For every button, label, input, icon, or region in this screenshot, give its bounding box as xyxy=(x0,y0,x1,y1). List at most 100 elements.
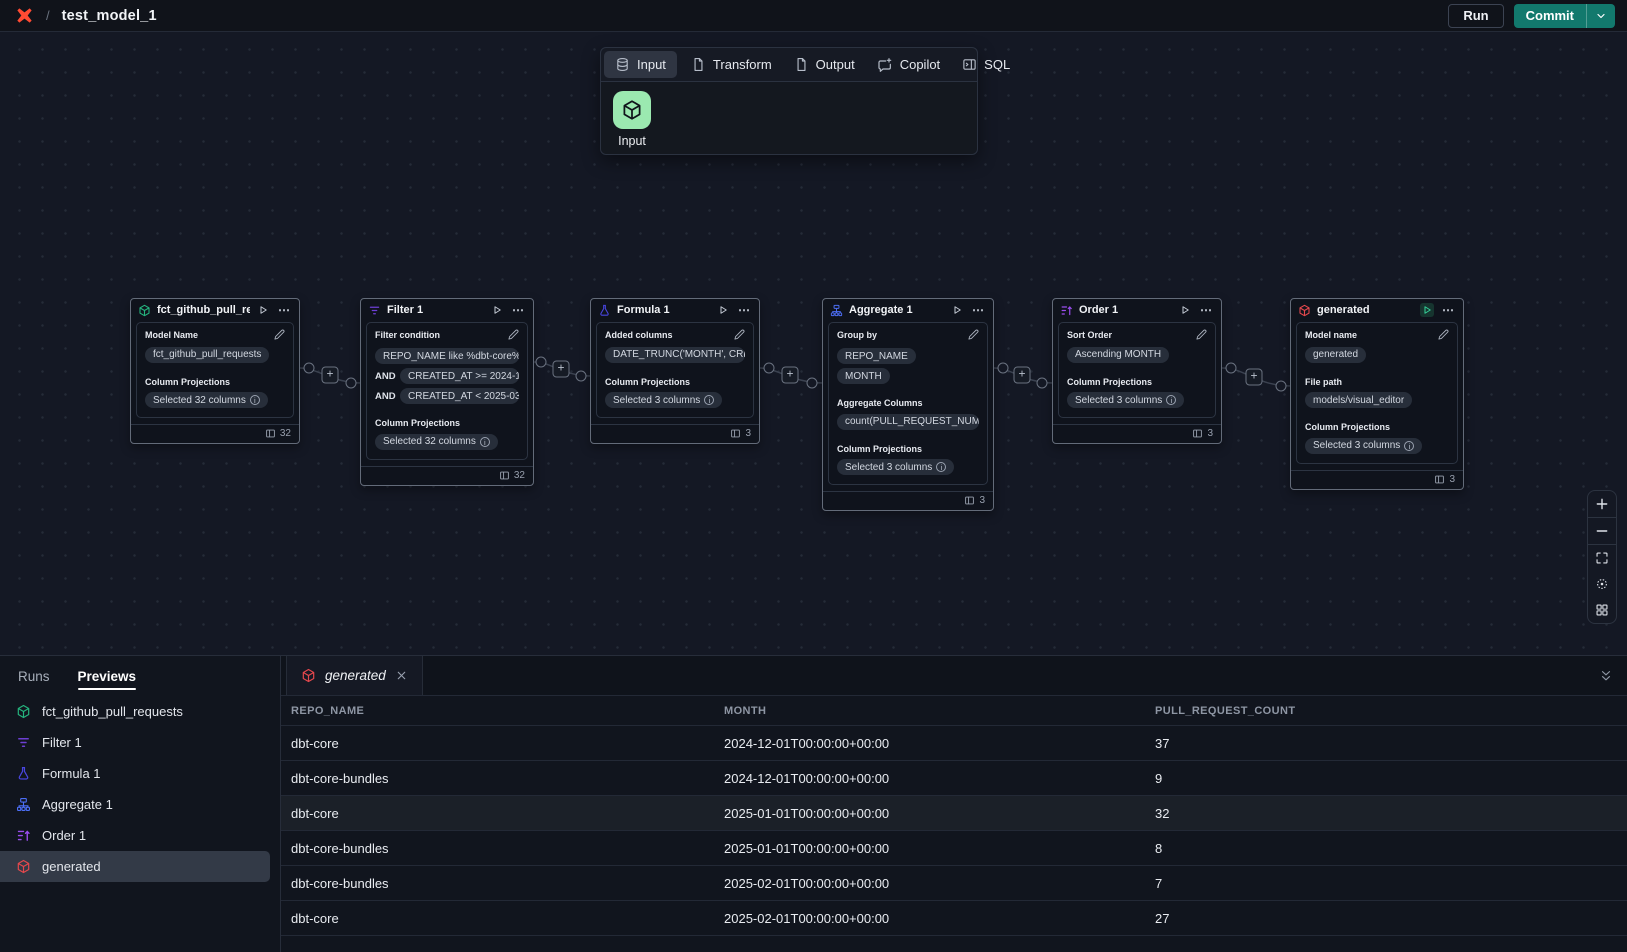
zoom-out-icon[interactable] xyxy=(1588,518,1616,544)
chevron-down-icon[interactable] xyxy=(1587,4,1615,28)
input-port[interactable] xyxy=(1037,378,1048,389)
play-icon[interactable] xyxy=(1178,303,1192,317)
ellipsis-menu-icon[interactable]: ⋯ xyxy=(276,305,293,315)
edit-pencil-icon[interactable] xyxy=(274,329,285,340)
info-icon[interactable]: i xyxy=(250,395,260,405)
play-icon[interactable] xyxy=(1420,303,1434,317)
add-node-button[interactable]: + xyxy=(1014,367,1031,384)
columns-pill[interactable]: Selected 32 columnsi xyxy=(145,392,268,408)
columns-pill[interactable]: Selected 3 columnsi xyxy=(1067,392,1184,408)
ellipsis-menu-icon[interactable]: ⋯ xyxy=(510,305,527,315)
info-icon[interactable]: i xyxy=(704,395,714,405)
run-button[interactable]: Run xyxy=(1448,4,1503,28)
info-icon[interactable]: i xyxy=(1166,395,1176,405)
groupby-pill[interactable]: MONTH xyxy=(837,368,890,384)
groupby-pill[interactable]: REPO_NAME xyxy=(837,348,916,364)
sort-pill[interactable]: Ascending MONTH xyxy=(1067,347,1169,363)
info-icon[interactable]: i xyxy=(480,437,490,447)
table-row[interactable]: dbt-core-bundles 2025-01-01T00:00:00+00:… xyxy=(281,831,1627,866)
output-port[interactable] xyxy=(536,357,547,368)
info-icon[interactable]: i xyxy=(1404,441,1414,451)
play-icon[interactable] xyxy=(716,303,730,317)
add-node-button[interactable]: + xyxy=(553,361,570,378)
columns-pill[interactable]: Selected 3 columnsi xyxy=(1305,438,1422,454)
toolbar-tab-input[interactable]: Input xyxy=(604,51,677,78)
fit-view-icon[interactable] xyxy=(1588,545,1616,571)
sidebar-item-order-1[interactable]: Order 1 xyxy=(0,820,270,851)
table-row[interactable]: dbt-core-bundles 2025-02-01T00:00:00+00:… xyxy=(281,866,1627,901)
table-row[interactable]: dbt-core 2024-12-01T00:00:00+00:00 37 xyxy=(281,726,1627,761)
edit-pencil-icon[interactable] xyxy=(1438,329,1449,340)
sidebar-item-formula-1[interactable]: Formula 1 xyxy=(0,758,270,789)
condition-pill[interactable]: CREATED_AT < 2025-03-01 xyxy=(400,388,519,404)
locate-icon[interactable] xyxy=(1588,571,1616,597)
collapse-panel-icon[interactable] xyxy=(1599,669,1613,683)
node-fct-github-pull-requests[interactable]: fct_github_pull_requests ⋯ Model Name fc… xyxy=(130,298,300,444)
ellipsis-menu-icon[interactable]: ⋯ xyxy=(1198,305,1215,315)
value-pill[interactable]: fct_github_pull_requests xyxy=(145,347,269,363)
output-port[interactable] xyxy=(764,363,775,374)
column-header-repo-name[interactable]: REPO_NAME xyxy=(281,705,714,717)
table-row[interactable]: dbt-core 2025-02-01T00:00:00+00:00 27 xyxy=(281,901,1627,936)
node-order-1[interactable]: Order 1 ⋯ Sort Order Ascending MONTH Col… xyxy=(1052,298,1222,444)
table-row[interactable]: dbt-core 2025-01-01T00:00:00+00:00 32 xyxy=(281,796,1627,831)
node-filter-1[interactable]: Filter 1 ⋯ Filter condition REPO_NAME li… xyxy=(360,298,534,486)
play-icon[interactable] xyxy=(490,303,504,317)
columns-pill[interactable]: Selected 3 columnsi xyxy=(837,459,954,475)
ellipsis-menu-icon[interactable]: ⋯ xyxy=(970,305,987,315)
table-row[interactable]: dbt-core-bundles 2024-12-01T00:00:00+00:… xyxy=(281,761,1627,796)
column-header-month[interactable]: MONTH xyxy=(714,705,1145,717)
condition-pill[interactable]: REPO_NAME like %dbt-core% xyxy=(375,348,519,364)
tab-previews[interactable]: Previews xyxy=(78,656,137,696)
toolbar-tab-copilot[interactable]: Copilot xyxy=(866,48,951,81)
dbt-logo-icon[interactable] xyxy=(14,6,34,26)
add-node-button[interactable]: + xyxy=(322,367,339,384)
commit-split-button[interactable]: Commit xyxy=(1514,4,1615,28)
formula-pill[interactable]: DATE_TRUNC('MONTH', CREATED_AT... xyxy=(605,347,745,363)
play-icon[interactable] xyxy=(256,303,270,317)
preview-tab-generated[interactable]: generated xyxy=(286,656,423,695)
toolbar-tab-output[interactable]: Output xyxy=(783,48,866,81)
input-port[interactable] xyxy=(1276,381,1287,392)
sidebar-item-fct-github-pull-requests[interactable]: fct_github_pull_requests xyxy=(0,696,270,727)
output-port[interactable] xyxy=(1226,363,1237,374)
ellipsis-menu-icon[interactable]: ⋯ xyxy=(1440,305,1457,315)
add-node-button[interactable]: + xyxy=(782,367,799,384)
sidebar-item-aggregate-1[interactable]: Aggregate 1 xyxy=(0,789,270,820)
column-header-pull-request-count[interactable]: PULL_REQUEST_COUNT xyxy=(1145,705,1627,717)
node-aggregate-1[interactable]: Aggregate 1 ⋯ Group by REPO_NAME MONTH A… xyxy=(822,298,994,511)
edit-pencil-icon[interactable] xyxy=(508,329,519,340)
commit-button[interactable]: Commit xyxy=(1514,4,1586,28)
columns-pill[interactable]: Selected 32 columnsi xyxy=(375,434,498,450)
input-port[interactable] xyxy=(346,378,357,389)
node-toolbar-tabs: Input Transform Output xyxy=(601,48,977,81)
file-path-pill[interactable]: models/visual_editor xyxy=(1305,392,1412,408)
aggregate-pill[interactable]: count(PULL_REQUEST_NUMBER) as ... xyxy=(837,414,979,430)
sidebar-item-generated[interactable]: generated xyxy=(0,851,270,882)
toolbar-tab-transform[interactable]: Transform xyxy=(680,48,783,81)
tab-runs[interactable]: Runs xyxy=(18,656,50,696)
close-icon[interactable] xyxy=(395,669,408,682)
info-icon[interactable]: i xyxy=(936,462,946,472)
sidebar-item-filter-1[interactable]: Filter 1 xyxy=(0,727,270,758)
input-port[interactable] xyxy=(576,371,587,382)
toolbar-tab-sql[interactable]: SQL xyxy=(951,48,1021,81)
add-node-button[interactable]: + xyxy=(1246,369,1263,386)
model-name-pill[interactable]: generated xyxy=(1305,347,1366,363)
input-node-tile[interactable]: Input xyxy=(613,91,651,148)
node-generated[interactable]: generated ⋯ Model name generated File pa… xyxy=(1290,298,1464,490)
play-icon[interactable] xyxy=(950,303,964,317)
condition-pill[interactable]: CREATED_AT >= 2024-12-01 xyxy=(400,368,519,384)
input-port[interactable] xyxy=(807,378,818,389)
ellipsis-menu-icon[interactable]: ⋯ xyxy=(736,305,753,315)
grid-view-icon[interactable] xyxy=(1588,597,1616,623)
edit-pencil-icon[interactable] xyxy=(968,329,979,340)
node-formula-1[interactable]: Formula 1 ⋯ Added columns DATE_TRUNC('MO… xyxy=(590,298,760,444)
edit-pencil-icon[interactable] xyxy=(734,329,745,340)
edit-pencil-icon[interactable] xyxy=(1196,329,1207,340)
output-port[interactable] xyxy=(998,363,1009,374)
columns-pill[interactable]: Selected 3 columnsi xyxy=(605,392,722,408)
zoom-in-icon[interactable] xyxy=(1588,491,1616,517)
output-port[interactable] xyxy=(304,363,315,374)
dag-canvas[interactable]: Input Transform Output xyxy=(0,32,1627,655)
